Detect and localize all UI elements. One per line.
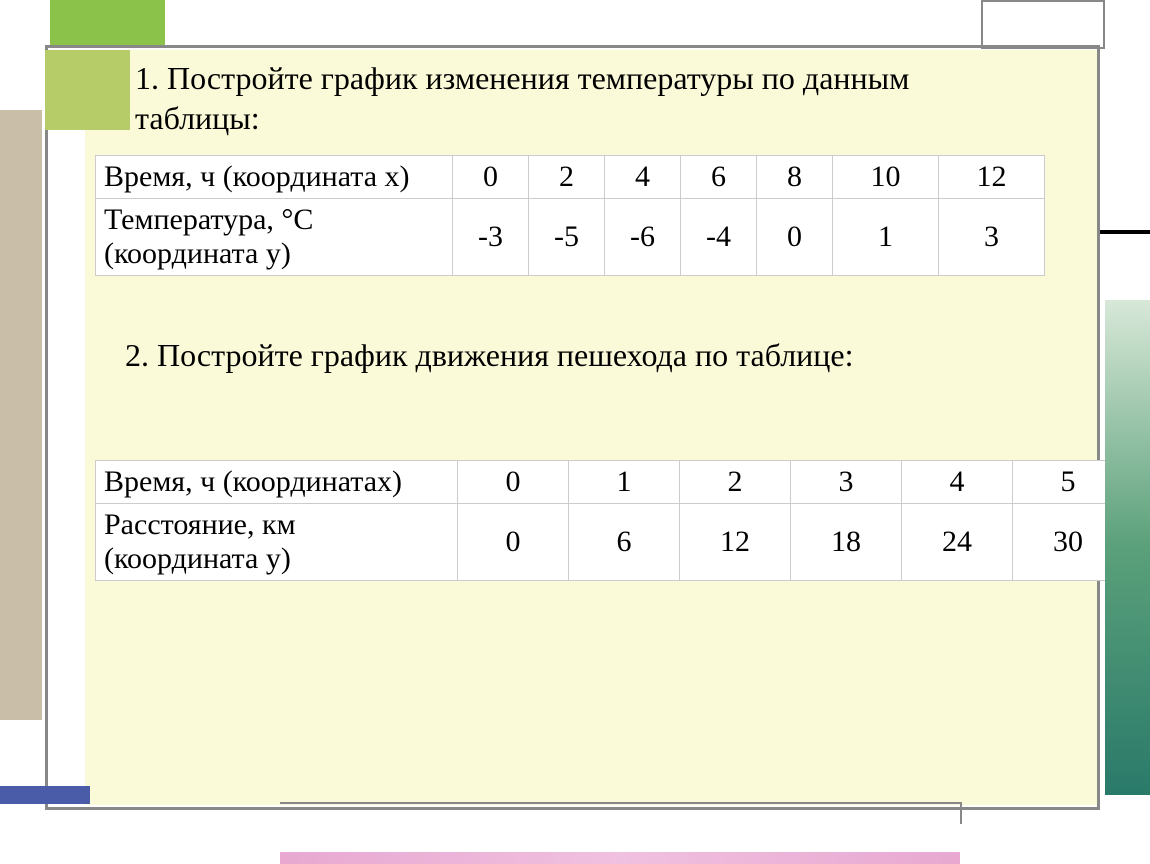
decorative-block: [0, 110, 42, 720]
cell: 4: [605, 156, 681, 199]
cell: 4: [902, 461, 1013, 504]
task1-table: Время, ч (координата х) 0 2 4 6 8 10 12 …: [95, 155, 1045, 276]
cell: -6: [605, 199, 681, 276]
cell: 2: [529, 156, 605, 199]
cell: -3: [453, 199, 529, 276]
decorative-block: [280, 852, 960, 864]
cell: 0: [458, 504, 569, 581]
cell: 12: [939, 156, 1045, 199]
decorative-block: [1100, 230, 1150, 234]
cell: 0: [458, 461, 569, 504]
cell: 8: [757, 156, 833, 199]
table-row: Время, ч (координата х) 0 2 4 6 8 10 12: [96, 156, 1045, 199]
decorative-block: [1105, 300, 1150, 795]
table-row: Время, ч (координатах) 0 1 2 3 4 5: [96, 461, 1124, 504]
decorative-block: [50, 0, 165, 45]
decorative-block: [0, 786, 90, 804]
cell: 2: [680, 461, 791, 504]
cell: 12: [680, 504, 791, 581]
decorative-block: [280, 802, 962, 824]
cell: 1: [833, 199, 939, 276]
table-row: Температура, °С (координата у) -3 -5 -6 …: [96, 199, 1045, 276]
cell: 6: [569, 504, 680, 581]
task2-table: Время, ч (координатах) 0 1 2 3 4 5 Расст…: [95, 460, 1124, 581]
table-row: Расстояние, км (координата у) 0 6 12 18 …: [96, 504, 1124, 581]
cell: 0: [453, 156, 529, 199]
cell: 10: [833, 156, 939, 199]
row-label: Время, ч (координата х): [96, 156, 453, 199]
row-label: Температура, °С (координата у): [96, 199, 453, 276]
cell: 0: [757, 199, 833, 276]
decorative-block: [45, 50, 130, 130]
task1-prompt: 1. Постройте график изменения температур…: [135, 58, 1005, 138]
row-label: Расстояние, км (координата у): [96, 504, 458, 581]
row-label: Время, ч (координатах): [96, 461, 458, 504]
task2-prompt: 2. Постройте график движения пешехода по…: [125, 335, 995, 377]
cell: 3: [791, 461, 902, 504]
cell: 6: [681, 156, 757, 199]
cell: 24: [902, 504, 1013, 581]
cell: 18: [791, 504, 902, 581]
cell: 3: [939, 199, 1045, 276]
decorative-block: [981, 0, 1105, 49]
cell: -5: [529, 199, 605, 276]
cell: -4: [681, 199, 757, 276]
cell: 1: [569, 461, 680, 504]
